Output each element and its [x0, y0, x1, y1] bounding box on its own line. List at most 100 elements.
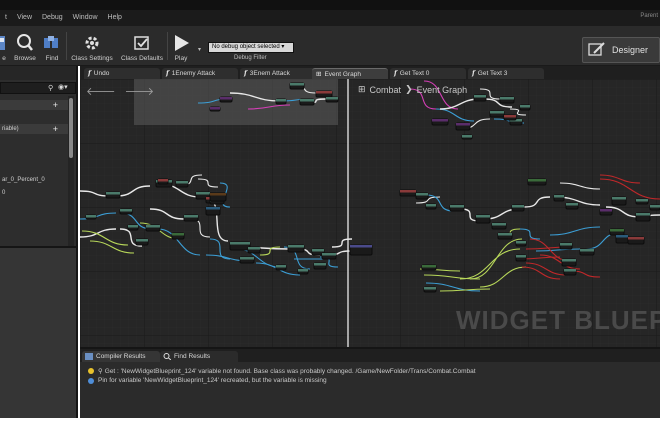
variables-header[interactable]: riable) +	[0, 124, 68, 134]
graph-node[interactable]	[415, 192, 429, 200]
graph-node[interactable]	[135, 238, 149, 246]
graph-node[interactable]	[565, 202, 579, 210]
graph-node[interactable]	[489, 110, 505, 118]
graph-node[interactable]	[475, 214, 491, 224]
graph-node[interactable]	[209, 106, 221, 112]
graph-node[interactable]	[315, 90, 333, 98]
variable-item-zero[interactable]: 0	[0, 188, 68, 198]
blueprint-search-input[interactable]: ⚲ ◉▾	[0, 82, 76, 94]
graph-node[interactable]	[127, 224, 139, 231]
graph-node[interactable]	[219, 96, 233, 103]
add-variable-plus-icon[interactable]: +	[53, 124, 58, 134]
graph-node[interactable]	[289, 82, 305, 90]
graph-node[interactable]	[349, 244, 373, 256]
menu-item-edit[interactable]: t	[0, 12, 12, 24]
compiler-message-info[interactable]: Pin for variable 'NewWidgetBlueprint_124…	[88, 377, 327, 384]
menu-item-debug[interactable]: Debug	[37, 12, 68, 24]
graph-node[interactable]	[239, 256, 255, 264]
graph-node[interactable]	[635, 198, 649, 205]
event-graph-canvas[interactable]: 🡐 🡒 ⊞ Combat ❯ Event Graph WIDGET BLUEPR…	[80, 79, 660, 347]
graph-node[interactable]	[455, 122, 471, 131]
graph-node[interactable]	[503, 114, 517, 121]
add-plus-icon[interactable]: +	[53, 100, 58, 110]
graph-node[interactable]	[579, 248, 595, 256]
graph-node[interactable]	[497, 232, 513, 240]
tab-find-results[interactable]: Find Results	[160, 351, 238, 362]
graph-node[interactable]	[515, 254, 527, 262]
graph-node[interactable]	[105, 191, 121, 199]
graph-node[interactable]	[85, 214, 97, 220]
graph-node[interactable]	[209, 192, 227, 202]
scrollbar-thumb[interactable]	[69, 98, 73, 158]
graph-node[interactable]	[423, 286, 437, 293]
graph-node[interactable]	[627, 236, 645, 245]
graph-node[interactable]	[421, 264, 437, 271]
graph-node[interactable]	[145, 224, 161, 232]
graph-node[interactable]	[563, 268, 577, 276]
save-button[interactable]: e	[0, 28, 10, 64]
graph-node[interactable]	[425, 203, 437, 210]
tab-undo[interactable]: f Undo	[84, 68, 160, 79]
graph-node[interactable]	[321, 252, 337, 260]
designer-mode-button[interactable]: Designer	[582, 37, 660, 63]
back-arrow-icon[interactable]: 🡐	[86, 86, 116, 98]
category-header[interactable]: +	[0, 100, 68, 110]
graph-node[interactable]	[511, 204, 525, 212]
graph-node[interactable]	[287, 244, 305, 253]
menu-item-window[interactable]: Window	[68, 12, 103, 24]
tab-compiler-results[interactable]: Compiler Results	[82, 351, 160, 362]
graph-node[interactable]	[473, 94, 487, 102]
browse-button[interactable]: Browse	[12, 28, 38, 64]
find-button[interactable]: Find	[40, 28, 64, 64]
breadcrumb-root[interactable]: Combat	[370, 85, 402, 95]
graph-node[interactable]	[515, 240, 527, 247]
graph-node[interactable]	[157, 178, 169, 185]
play-button[interactable]: Play	[170, 28, 192, 64]
graph-node[interactable]	[229, 241, 251, 251]
graph-node[interactable]	[449, 204, 465, 212]
graph-node[interactable]	[649, 204, 660, 211]
graph-node[interactable]	[313, 262, 327, 270]
forward-arrow-icon[interactable]: 🡒	[125, 86, 155, 98]
tab-3enem-attack[interactable]: f 3Enem Attack	[240, 68, 316, 79]
view-options-icon[interactable]: ◉▾	[58, 83, 68, 91]
graph-node[interactable]	[175, 180, 189, 188]
graph-node[interactable]	[275, 98, 287, 105]
graph-node[interactable]	[297, 268, 309, 275]
graph-node[interactable]	[431, 118, 449, 126]
graph-node[interactable]	[559, 242, 573, 250]
graph-node[interactable]	[609, 228, 625, 236]
class-settings-button[interactable]: Class Settings	[70, 28, 114, 64]
graph-node[interactable]	[275, 264, 287, 271]
graph-node[interactable]	[119, 208, 133, 215]
breadcrumb-leaf[interactable]: Event Graph	[417, 85, 468, 95]
class-defaults-button[interactable]: Class Defaults	[118, 28, 166, 64]
tab-event-graph[interactable]: ⊞ Event Graph	[312, 68, 388, 79]
graph-node[interactable]	[205, 206, 221, 216]
tab-1enemy-attack[interactable]: f 1Enemy Attack	[162, 68, 238, 79]
graph-node[interactable]	[527, 178, 547, 186]
graph-node[interactable]	[399, 189, 417, 197]
graph-node[interactable]	[247, 246, 261, 254]
graph-node[interactable]	[553, 194, 565, 202]
debug-object-select[interactable]: No debug object selected ▾	[208, 42, 294, 53]
graph-node[interactable]	[561, 258, 577, 267]
graph-node[interactable]	[491, 222, 507, 230]
graph-node[interactable]	[299, 98, 315, 106]
menu-item-view[interactable]: View	[12, 12, 37, 24]
compiler-message-warning[interactable]: ⚲ Get : 'NewWidgetBlueprint_124' variabl…	[88, 367, 476, 375]
tab-get-text-0[interactable]: f Get Text 0	[390, 68, 466, 79]
graph-node[interactable]	[635, 212, 651, 222]
graph-node[interactable]	[183, 214, 199, 222]
graph-node[interactable]	[599, 208, 613, 216]
graph-node[interactable]	[611, 196, 627, 206]
graph-node[interactable]	[499, 96, 515, 104]
graph-node[interactable]	[519, 104, 531, 111]
graph-node[interactable]	[171, 232, 185, 240]
tab-get-text-3[interactable]: f Get Text 3	[468, 68, 544, 79]
graph-node[interactable]	[461, 134, 473, 140]
graph-node[interactable]	[325, 96, 339, 103]
graph-node[interactable]	[615, 234, 629, 244]
play-options-chevron-icon[interactable]: ▾	[198, 46, 201, 53]
menu-item-help[interactable]: Help	[103, 12, 127, 24]
